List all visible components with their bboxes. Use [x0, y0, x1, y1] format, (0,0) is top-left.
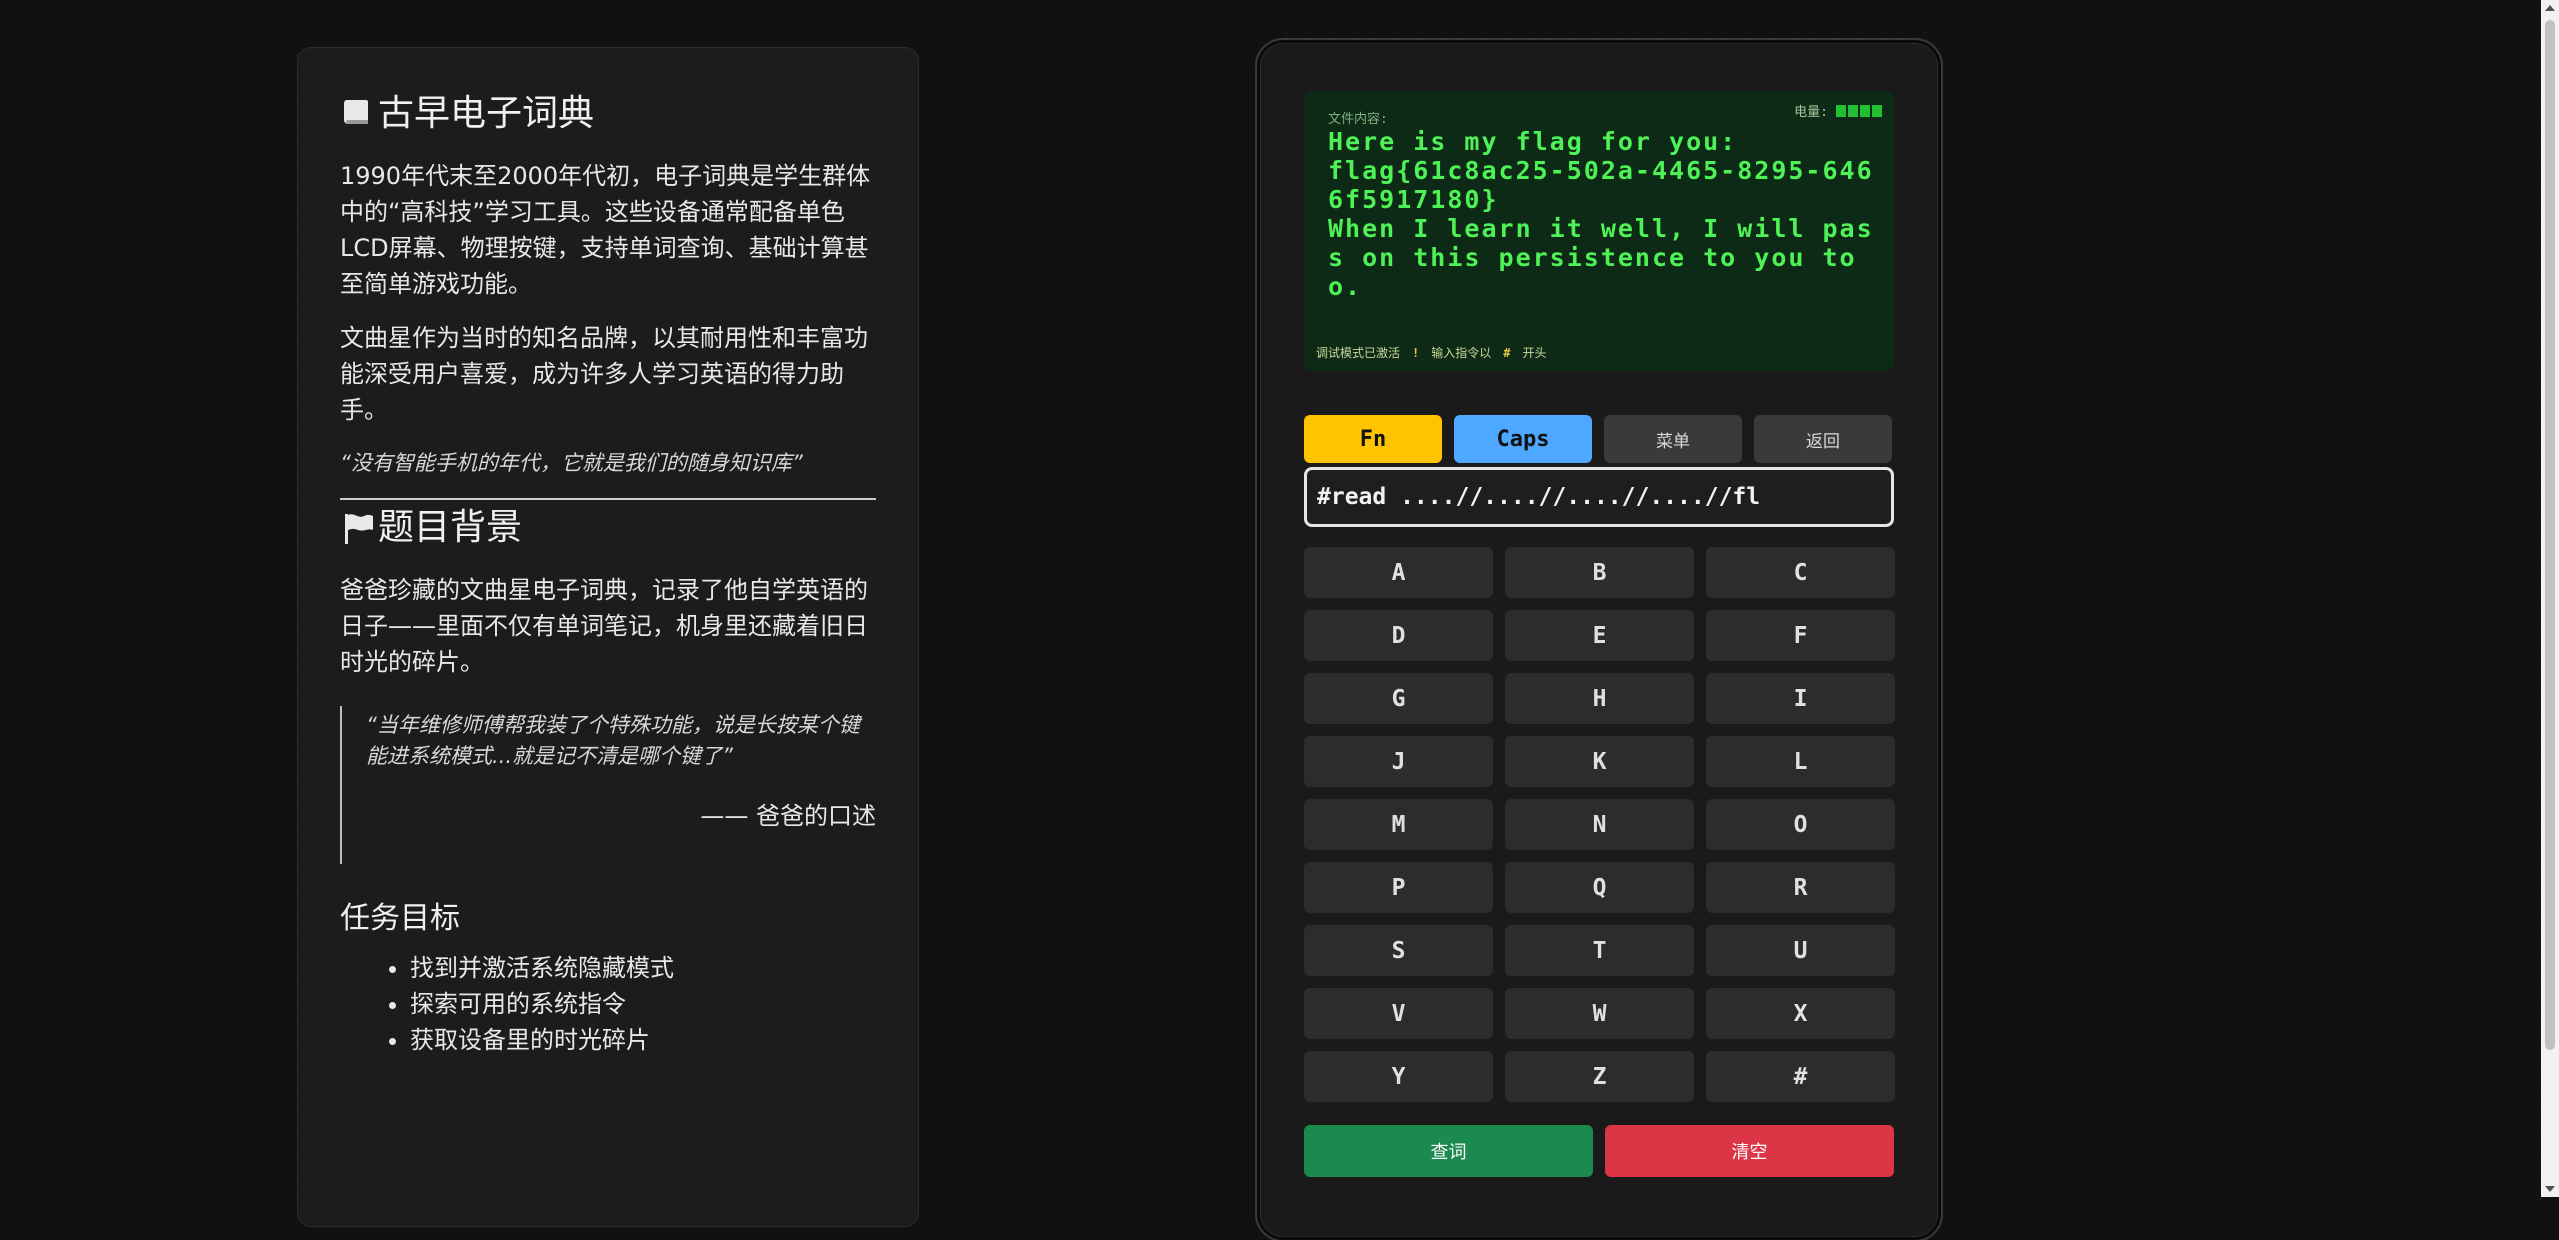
dad-quote-text: “当年维修师傅帮我装了个特殊功能，说是长按某个键能进系统模式...就是记不清是哪…: [366, 713, 860, 768]
task-list: 找到并激活系统隐藏模式 探索可用的系统指令 获取设备里的时光碎片: [340, 950, 876, 1058]
task-item: 找到并激活系统隐藏模式: [410, 950, 876, 986]
key-q[interactable]: Q: [1505, 862, 1694, 913]
key-y[interactable]: Y: [1304, 1051, 1493, 1102]
key-s[interactable]: S: [1304, 925, 1493, 976]
intro-paragraph-2: 文曲星作为当时的知名品牌，以其耐用性和丰富功能深受用户喜爱，成为许多人学习英语的…: [340, 324, 868, 424]
key-a[interactable]: A: [1304, 547, 1493, 598]
divider: [340, 498, 876, 500]
key-b[interactable]: B: [1505, 547, 1694, 598]
debug-status: 调试模式已激活: [1316, 346, 1401, 360]
scroll-down-icon[interactable]: [2545, 1186, 2555, 1192]
dad-quote-cite: —— 爸爸的口述: [700, 802, 876, 830]
caps-button[interactable]: Caps: [1454, 415, 1592, 463]
key-r[interactable]: R: [1706, 862, 1895, 913]
intro-paragraph-1: 1990年代末至2000年代初，电子词典是学生群体中的“高科技”学习工具。这些设…: [340, 162, 871, 298]
scroll-up-icon[interactable]: [2545, 5, 2555, 11]
key-n[interactable]: N: [1505, 799, 1694, 850]
command-hint-suffix: 开头: [1522, 346, 1547, 360]
page-scrollbar[interactable]: [2541, 0, 2559, 1197]
hash-symbol: #: [1503, 345, 1511, 360]
intro-quote: “没有智能手机的年代，它就是我们的随身知识库”: [340, 451, 803, 475]
flag-icon: [340, 510, 376, 546]
battery-icon: [1836, 104, 1882, 117]
key-hash[interactable]: #: [1706, 1051, 1895, 1102]
key-k[interactable]: K: [1505, 736, 1694, 787]
key-j[interactable]: J: [1304, 736, 1493, 787]
key-d[interactable]: D: [1304, 610, 1493, 661]
status-bar: 调试模式已激活 ! 输入指令以 # 开头: [1316, 344, 1547, 361]
status-separator: !: [1412, 345, 1420, 360]
key-o[interactable]: O: [1706, 799, 1895, 850]
intro-title: 古早电子词典: [378, 93, 595, 134]
function-row: Fn Caps 菜单 返回: [1304, 415, 1894, 463]
clear-button[interactable]: 清空: [1605, 1125, 1894, 1177]
battery-label: 电量:: [1794, 105, 1828, 120]
book-icon: [340, 96, 376, 132]
key-t[interactable]: T: [1505, 925, 1694, 976]
key-u[interactable]: U: [1706, 925, 1895, 976]
command-hint: 输入指令以: [1431, 346, 1492, 360]
key-p[interactable]: P: [1304, 862, 1493, 913]
key-c[interactable]: C: [1706, 547, 1895, 598]
task-title: 任务目标: [340, 901, 460, 936]
screen-output: Here is my flag for you: flag{61c8ac25-5…: [1328, 127, 1874, 301]
action-row: 查词 清空: [1304, 1125, 1894, 1177]
key-h[interactable]: H: [1505, 673, 1694, 724]
fn-button[interactable]: Fn: [1304, 415, 1442, 463]
task-item: 获取设备里的时光碎片: [410, 1022, 876, 1058]
task-item: 探索可用的系统指令: [410, 986, 876, 1022]
key-f[interactable]: F: [1706, 610, 1895, 661]
scroll-thumb[interactable]: [2545, 20, 2555, 1050]
command-input[interactable]: #read ....//....//....//....//fl: [1304, 467, 1894, 527]
key-m[interactable]: M: [1304, 799, 1493, 850]
key-i[interactable]: I: [1706, 673, 1895, 724]
key-e[interactable]: E: [1505, 610, 1694, 661]
key-l[interactable]: L: [1706, 736, 1895, 787]
background-text: 爸爸珍藏的文曲星电子词典，记录了他自学英语的日子——里面不仅有单词笔记，机身里还…: [340, 576, 868, 676]
key-z[interactable]: Z: [1505, 1051, 1694, 1102]
key-g[interactable]: G: [1304, 673, 1493, 724]
info-panel: 古早电子词典 1990年代末至2000年代初，电子词典是学生群体中的“高科技”学…: [297, 47, 919, 1227]
lookup-button[interactable]: 查词: [1304, 1125, 1593, 1177]
menu-button[interactable]: 菜单: [1604, 415, 1742, 463]
intro-heading: 古早电子词典: [340, 90, 876, 138]
dad-quote: “当年维修师傅帮我装了个特殊功能，说是长按某个键能进系统模式...就是记不清是哪…: [340, 706, 876, 864]
key-x[interactable]: X: [1706, 988, 1895, 1039]
background-heading: 题目背景: [340, 504, 876, 552]
keypad: A B C D E F G H I J K L M N O P Q R S T …: [1304, 547, 1895, 1102]
electronic-dictionary-device: 文件内容: 电量: Here is my flag for you: flag{…: [1257, 40, 1941, 1240]
key-v[interactable]: V: [1304, 988, 1493, 1039]
key-w[interactable]: W: [1505, 988, 1694, 1039]
file-content-label: 文件内容:: [1328, 112, 1388, 127]
background-title: 题目背景: [378, 507, 523, 548]
back-button[interactable]: 返回: [1754, 415, 1892, 463]
lcd-screen: 文件内容: 电量: Here is my flag for you: flag{…: [1304, 91, 1894, 371]
battery-indicator: 电量:: [1794, 101, 1882, 120]
